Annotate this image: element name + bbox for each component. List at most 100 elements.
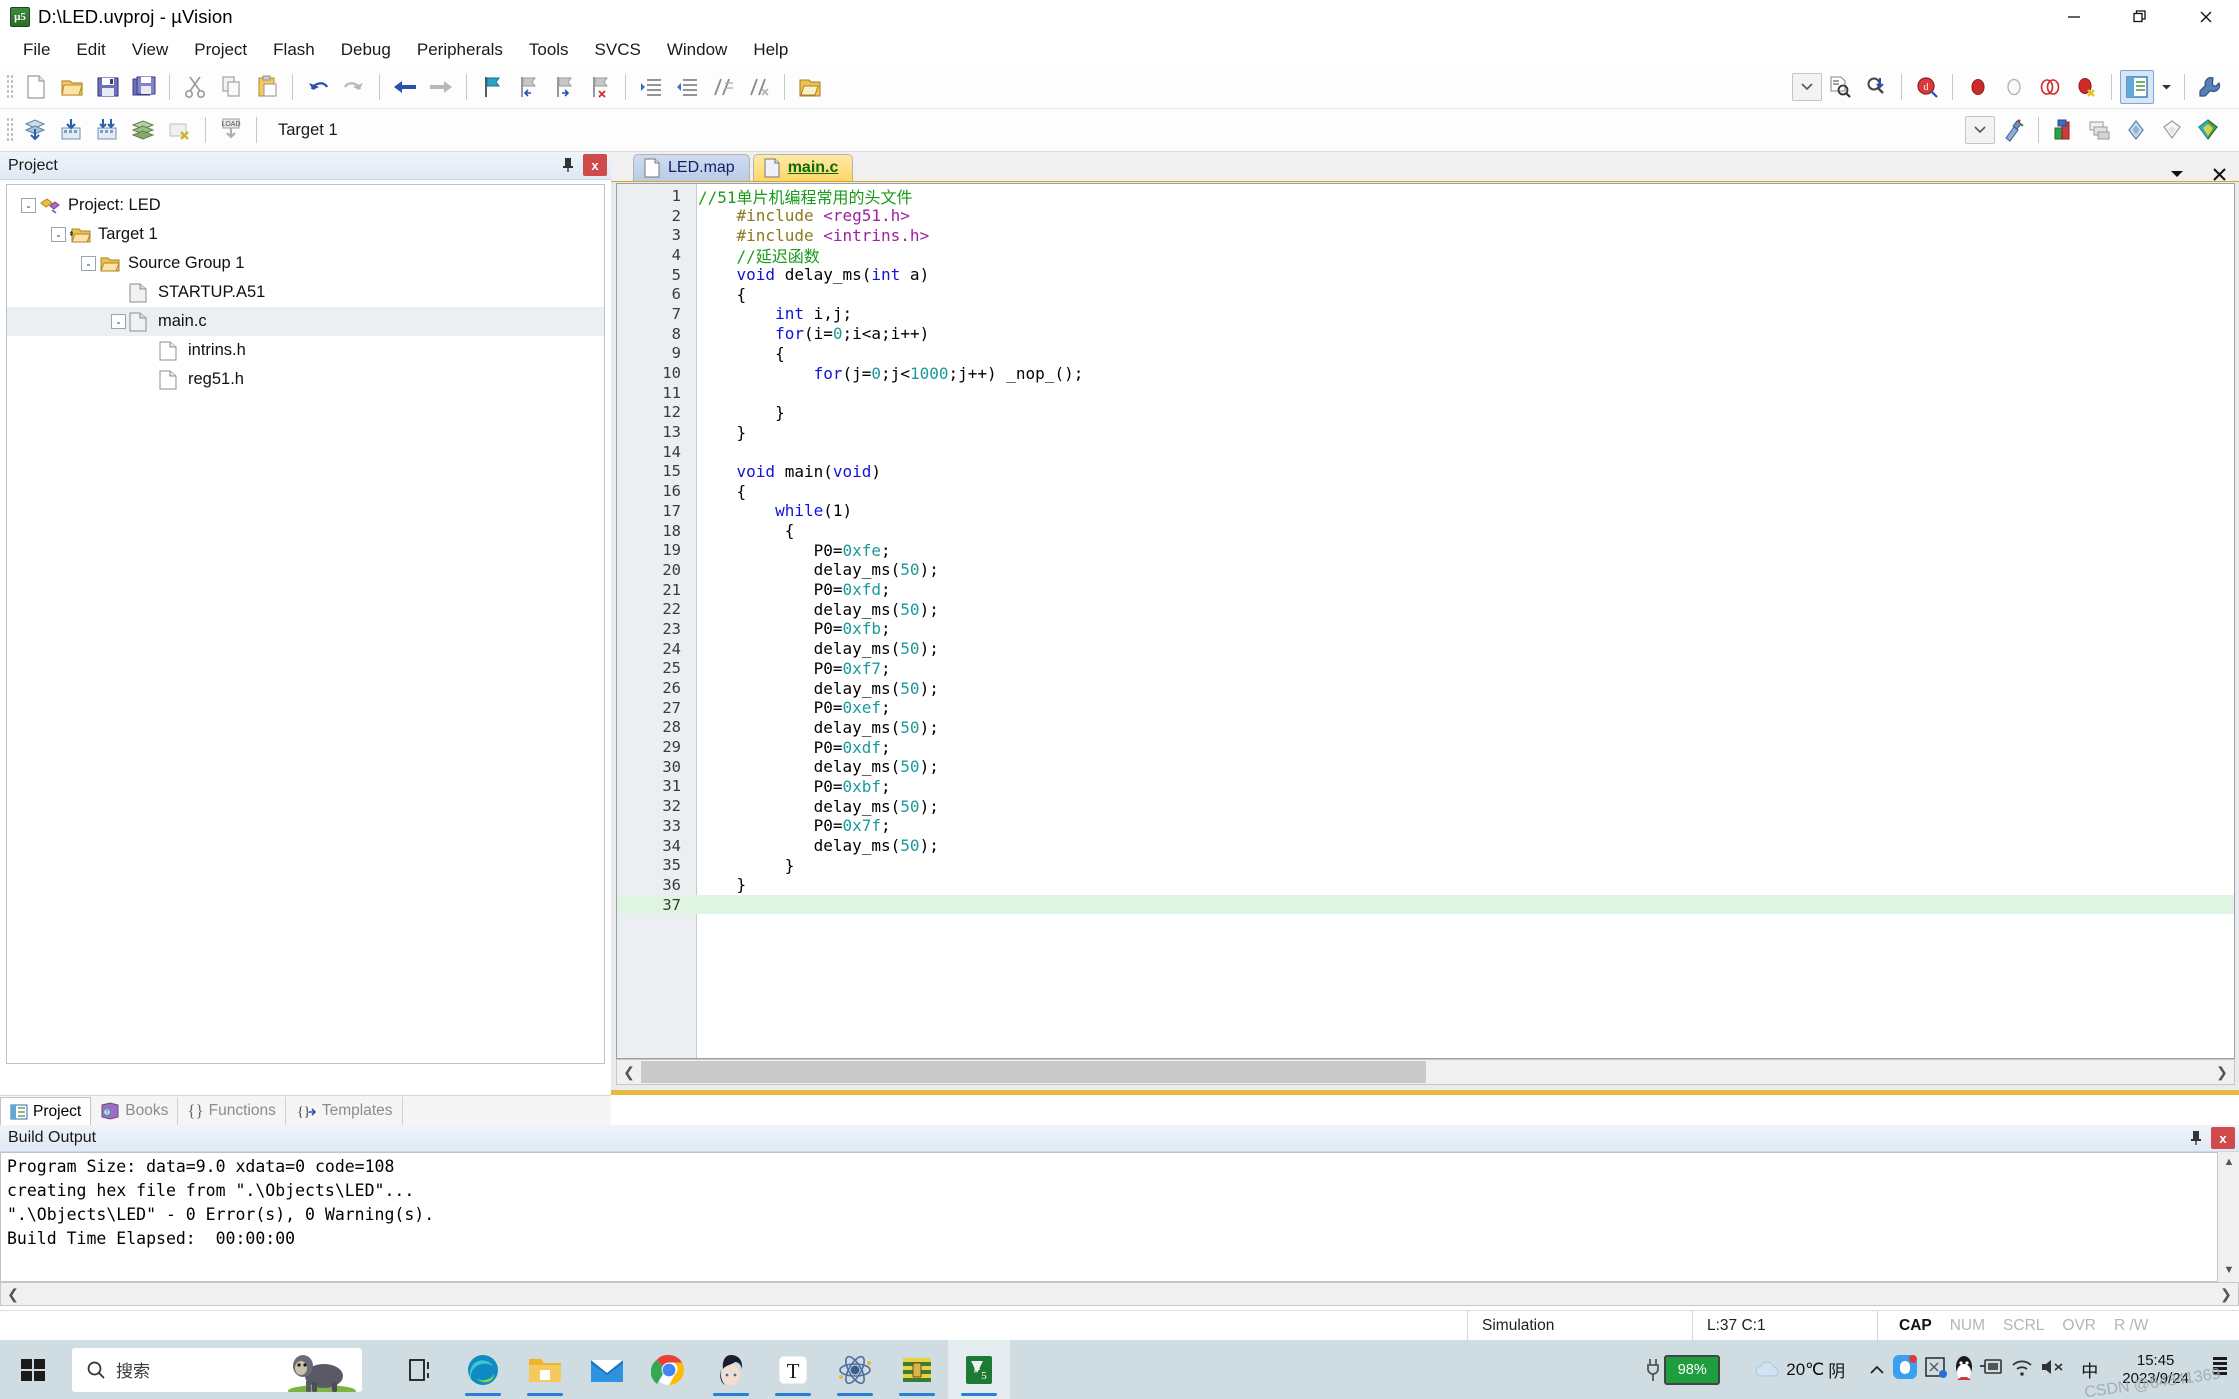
breakpoint-disable-icon[interactable] [1997, 70, 2031, 104]
scroll-track[interactable] [25, 1282, 2214, 1306]
editor-horizontal-scrollbar[interactable]: ❮ ❯ [616, 1059, 2235, 1085]
typora-icon[interactable]: T [762, 1340, 824, 1399]
code-line[interactable]: 23 P0=0xfb; [617, 619, 2234, 639]
code-line[interactable]: 34 delay_ms(50); [617, 836, 2234, 856]
close-icon[interactable]: x [583, 154, 607, 176]
undo-icon[interactable] [301, 70, 335, 104]
menu-item-debug[interactable]: Debug [328, 37, 404, 63]
open-folder-icon[interactable] [793, 70, 827, 104]
tree-item-target-1[interactable]: - Target 1 [7, 220, 604, 249]
save-all-icon[interactable] [127, 70, 161, 104]
save-icon[interactable] [91, 70, 125, 104]
scroll-right-icon[interactable]: ❯ [2214, 1282, 2238, 1306]
panel-tab-functions[interactable]: {} Functions [178, 1097, 286, 1125]
breakpoints-kill-all-icon[interactable] [2033, 70, 2067, 104]
tree-item-reg51-h[interactable]: reg51.h [7, 365, 604, 394]
build-icon[interactable] [55, 113, 89, 147]
search-input[interactable]: 搜索 [72, 1347, 362, 1392]
code-line[interactable]: 30 delay_ms(50); [617, 757, 2234, 777]
panel-tab-templates[interactable]: {} Templates [286, 1097, 403, 1125]
components-icon[interactable] [2083, 113, 2117, 147]
rebuild-icon[interactable] [91, 113, 125, 147]
code-line[interactable]: 4 //延迟函数 [617, 245, 2234, 266]
forward-icon[interactable] [424, 70, 458, 104]
qq-music-icon[interactable] [1891, 1353, 1919, 1386]
scroll-track[interactable] [641, 1060, 2210, 1084]
code-line[interactable]: 27 P0=0xef; [617, 698, 2234, 718]
scroll-thumb[interactable] [641, 1061, 1426, 1083]
paste-icon[interactable] [250, 70, 284, 104]
notification-icon[interactable] [2209, 1354, 2231, 1385]
qq-icon[interactable] [1953, 1353, 1975, 1386]
code-line[interactable]: 17 while(1) [617, 501, 2234, 521]
code-line[interactable]: 8 for(i=0;i<a;i++) [617, 324, 2234, 344]
code-line[interactable]: 1 //51单片机编程常用的头文件 [617, 186, 2234, 207]
volume-mute-icon[interactable] [2039, 1356, 2067, 1383]
code-line[interactable]: 19 P0=0xfe; [617, 540, 2234, 560]
batch-setup-icon[interactable] [2191, 113, 2225, 147]
chrome-icon[interactable] [638, 1340, 700, 1399]
menu-item-flash[interactable]: Flash [260, 37, 328, 63]
code-line[interactable]: 18 { [617, 521, 2234, 541]
batch-build-icon[interactable] [127, 113, 161, 147]
bookmark-prev-icon[interactable] [511, 70, 545, 104]
menu-item-file[interactable]: File [10, 37, 63, 63]
code-line[interactable]: 26 delay_ms(50); [617, 678, 2234, 698]
breakpoint-remove-icon[interactable] [2069, 70, 2103, 104]
code-line[interactable]: 16 { [617, 481, 2234, 501]
menu-item-peripherals[interactable]: Peripherals [404, 37, 516, 63]
close-icon[interactable] [2173, 0, 2239, 34]
tree-expander-icon[interactable]: - [111, 314, 126, 329]
code-line[interactable]: 21 P0=0xfd; [617, 580, 2234, 600]
build-output-text[interactable]: Program Size: data=9.0 xdata=0 code=108 c… [0, 1152, 2239, 1282]
usb-icon[interactable] [1979, 1356, 2005, 1383]
copy-icon[interactable] [214, 70, 248, 104]
breakpoint-icon[interactable] [1961, 70, 1995, 104]
uncomment-icon[interactable] [742, 70, 776, 104]
clock[interactable]: 15:45 2023/9/24 [2112, 1352, 2199, 1387]
target-options-icon[interactable] [1996, 113, 2030, 147]
task-view-icon[interactable] [390, 1340, 452, 1399]
code-line[interactable]: 24 delay_ms(50); [617, 639, 2234, 659]
code-line[interactable]: 37 [617, 894, 2234, 915]
editor-tab-main-c[interactable]: main.c [752, 154, 854, 181]
bookmark-toggle-icon[interactable] [475, 70, 509, 104]
build-output-vertical-scrollbar[interactable]: ▲ ▼ [2217, 1152, 2239, 1282]
code-line[interactable]: 13 } [617, 422, 2234, 442]
download-icon[interactable]: LOAD [214, 113, 248, 147]
chevron-up-icon[interactable] [1867, 1362, 1887, 1378]
code-line[interactable]: 20 delay_ms(50); [617, 560, 2234, 580]
panel-tab-books[interactable]: ? Books [91, 1097, 179, 1125]
debug-start-icon[interactable]: d [1910, 70, 1944, 104]
configuration-icon[interactable] [2193, 70, 2227, 104]
bookmark-next-icon[interactable] [547, 70, 581, 104]
minimize-icon[interactable] [2041, 0, 2107, 34]
scroll-up-icon[interactable]: ▲ [2218, 1152, 2239, 1172]
mail-icon[interactable] [576, 1340, 638, 1399]
close-icon[interactable]: x [2211, 1127, 2235, 1149]
toolbar-grip[interactable] [6, 74, 15, 100]
scroll-left-icon[interactable]: ❮ [1, 1282, 25, 1306]
scroll-left-icon[interactable]: ❮ [617, 1060, 641, 1084]
wifi-icon[interactable] [2009, 1356, 2035, 1383]
code-line[interactable]: 5 void delay_ms(int a) [617, 265, 2234, 285]
window-manager-icon[interactable] [2120, 70, 2154, 104]
target-dropdown-arrow[interactable] [1965, 116, 1995, 144]
translate-icon[interactable] [19, 113, 53, 147]
menu-item-window[interactable]: Window [654, 37, 740, 63]
tree-expander-icon[interactable]: - [21, 198, 36, 213]
tree-item-intrins-h[interactable]: intrins.h [7, 336, 604, 365]
code-line[interactable]: 35 } [617, 855, 2234, 875]
code-line[interactable]: 29 P0=0xdf; [617, 737, 2234, 757]
code-line[interactable]: 15 void main(void) [617, 462, 2234, 482]
editor-tab-led-map[interactable]: LED.map [633, 154, 750, 181]
code-editor[interactable]: 1//51单片机编程常用的头文件 2 #include <reg51.h> 3 #i… [616, 183, 2235, 1059]
cut-icon[interactable] [178, 70, 212, 104]
code-line[interactable]: 6 { [617, 284, 2234, 304]
chevron-down-icon[interactable] [2156, 70, 2176, 104]
comment-icon[interactable] [706, 70, 740, 104]
panel-tab-project[interactable]: Project [0, 1097, 92, 1125]
code-line[interactable]: 28 delay_ms(50); [617, 718, 2234, 738]
build-output-horizontal-scrollbar[interactable]: ❮ ❯ [0, 1282, 2239, 1306]
code-line[interactable]: 14 [617, 442, 2234, 462]
